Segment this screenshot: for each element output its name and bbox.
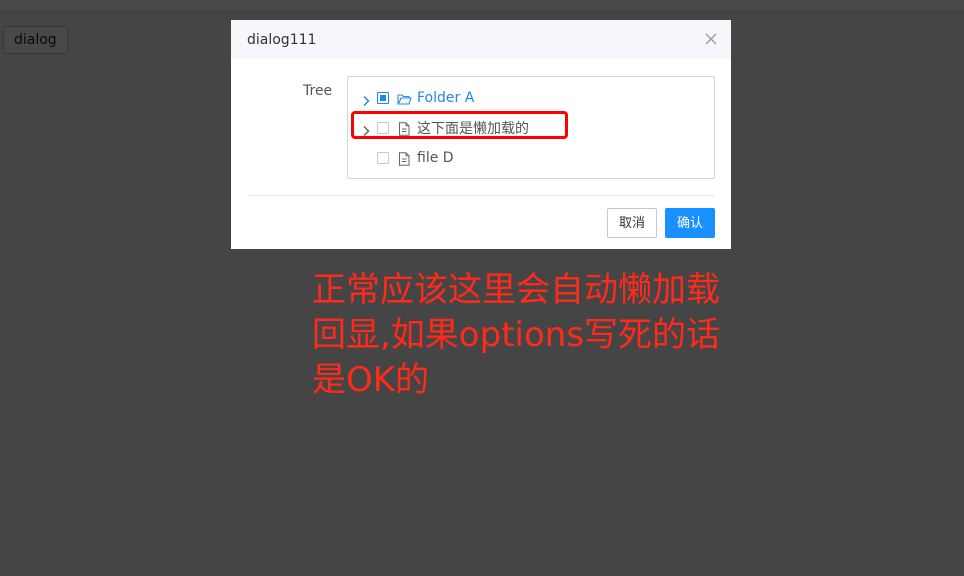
tree-node-indent [360,152,372,164]
annotation-text: 正常应该这里会自动懒加载回显,如果options写死的话是OK的 [312,270,721,400]
tree-node-checkbox[interactable] [377,152,389,164]
tree-node-checkbox[interactable] [377,92,389,104]
tree-node-label[interactable]: file D [417,150,454,166]
close-icon[interactable] [703,31,719,47]
tree-node-folder-a[interactable]: Folder A [348,85,708,111]
dialog-title: dialog111 [247,32,317,48]
confirm-button[interactable]: 确认 [665,208,715,238]
tree-field-label: Tree [303,83,333,99]
tree-node-file-d[interactable]: file D [348,145,708,171]
tree-node-label[interactable]: Folder A [417,90,474,106]
dialog-header: dialog111 [231,20,731,59]
annotation-highlight-box [351,111,568,139]
cancel-button[interactable]: 取消 [607,208,657,238]
dialog-divider [247,195,715,196]
folder-open-icon [397,91,412,105]
chevron-right-icon[interactable] [360,92,372,107]
dialog: dialog111 Tree Folder A 这下面是懒加载的 file D … [231,20,731,249]
document-icon [397,151,412,166]
